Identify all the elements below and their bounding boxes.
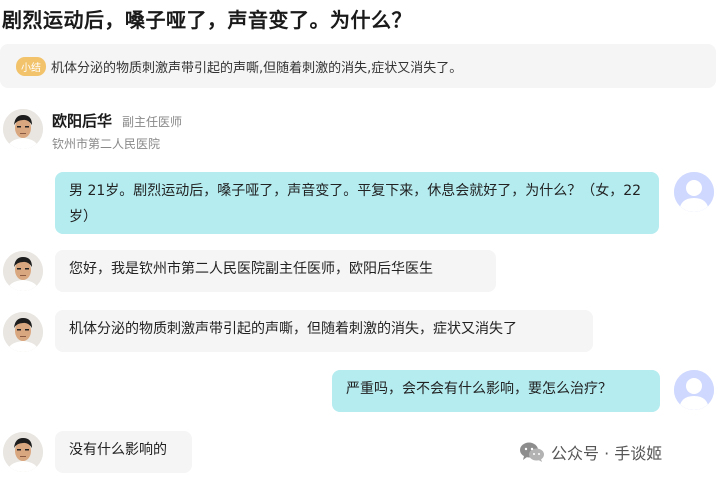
patient-message-bubble: 男 21岁。剧烈运动后，嗓子哑了，声音变了。平复下来，休息会就好了，为什么？（女… xyxy=(55,172,659,234)
doctor-avatar xyxy=(3,312,43,352)
doctor-message-bubble: 没有什么影响的 xyxy=(55,431,192,473)
summary-tag: 小结 xyxy=(16,56,46,76)
doctor-portrait-icon xyxy=(3,312,43,352)
watermark-text: 公众号 · 手谈姬 xyxy=(551,444,663,463)
message-text: 男 21岁。剧烈运动后，嗓子哑了，声音变了。平复下来，休息会就好了，为什么？（女… xyxy=(69,183,642,225)
doctor-message-bubble: 您好，我是钦州市第二人民医院副主任医师，欧阳后华医生 xyxy=(55,250,496,292)
doctor-avatar xyxy=(3,251,43,291)
wechat-icon xyxy=(520,442,544,462)
patient-message-bubble: 严重吗，会不会有什么影响，要怎么治疗？ xyxy=(332,370,660,412)
doctor-portrait-icon xyxy=(3,432,43,472)
watermark: 公众号 · 手谈姬 xyxy=(519,440,662,464)
user-icon xyxy=(674,370,714,410)
doctor-avatar xyxy=(3,432,43,472)
doctor-portrait-icon xyxy=(3,251,43,291)
patient-avatar xyxy=(674,172,714,212)
doctor-title: 副主任医师 xyxy=(122,115,183,129)
doctor-name[interactable]: 欧阳后华 xyxy=(52,110,112,131)
patient-avatar xyxy=(674,370,714,410)
summary-box: 小结 机体分泌的物质刺激声带引起的声嘶,但随着刺激的消失,症状又消失了。 xyxy=(0,44,716,88)
summary-text: 机体分泌的物质刺激声带引起的声嘶,但随着刺激的消失,症状又消失了。 xyxy=(51,60,463,76)
question-title: 剧烈运动后，嗓子哑了，声音变了。为什么？ xyxy=(2,8,412,32)
message-text: 机体分泌的物质刺激声带引起的声嘶，但随着刺激的消失，症状又消失了 xyxy=(69,321,517,337)
user-icon xyxy=(674,172,714,212)
message-text: 没有什么影响的 xyxy=(69,442,167,458)
doctor-avatar[interactable] xyxy=(3,109,43,149)
doctor-hospital: 钦州市第二人民医院 xyxy=(52,137,161,151)
message-text: 您好，我是钦州市第二人民医院副主任医师，欧阳后华医生 xyxy=(69,261,433,277)
doctor-message-bubble: 机体分泌的物质刺激声带引起的声嘶，但随着刺激的消失，症状又消失了 xyxy=(55,310,593,352)
doctor-portrait-icon xyxy=(3,109,43,149)
message-text: 严重吗，会不会有什么影响，要怎么治疗？ xyxy=(346,381,612,397)
